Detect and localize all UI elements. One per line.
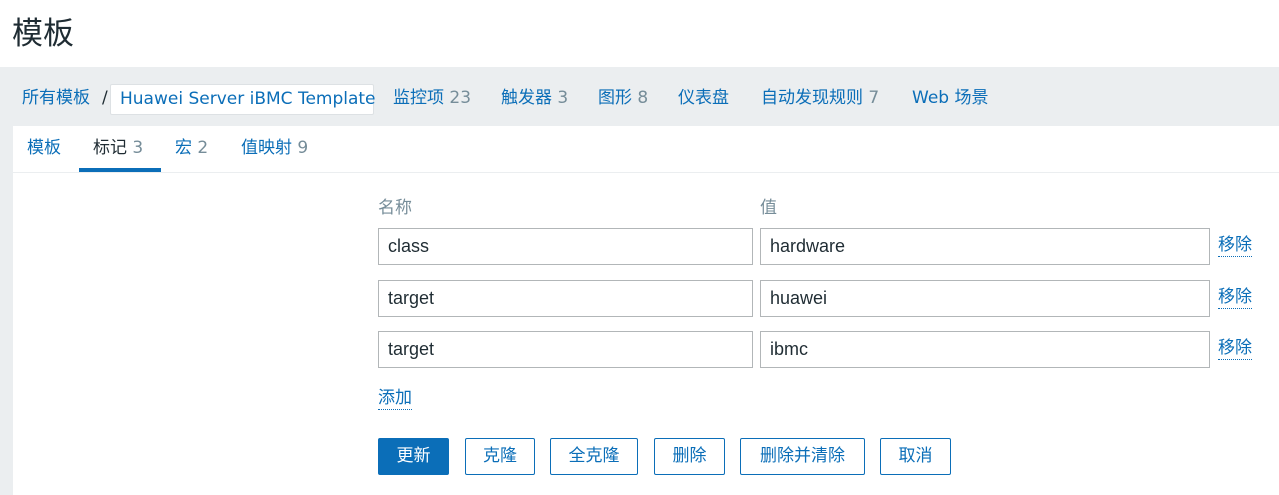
nav-graphs-count: 8 [637,88,649,108]
template-form-panel: 模板 标记 3 宏 2 值映射 9 名称 值 移除 移除 移除 添加 更新 克隆… [13,126,1279,495]
breadcrumb-all-templates[interactable]: 所有模板 [22,87,90,109]
tag-name-column-header: 名称 [378,198,412,218]
nav-discovery-rules-link[interactable]: 自动发现规则 7 [761,87,879,109]
breadcrumb-separator: / [102,88,108,108]
nav-graphs-label: 图形 [598,88,632,108]
nav-items-link[interactable]: 监控项 23 [393,87,471,109]
active-tab-indicator [79,168,161,172]
tab-tags-label: 标记 [93,138,127,158]
nav-triggers-link[interactable]: 触发器 3 [501,87,568,109]
nav-dashboards-label: 仪表盘 [678,88,729,108]
nav-discovery-rules-count: 7 [868,88,880,108]
tag-name-input[interactable] [378,228,753,265]
tag-value-column-header: 值 [760,198,777,218]
update-button[interactable]: 更新 [378,438,449,475]
tab-tags[interactable]: 标记 3 [93,137,143,159]
nav-dashboards-link[interactable]: 仪表盘 [678,87,729,109]
page-header: 模板 [0,0,1279,67]
tag-value-input[interactable] [760,280,1210,317]
tab-macros-label: 宏 [175,138,192,158]
tab-macros-count: 2 [197,138,209,158]
full-clone-button[interactable]: 全克隆 [550,438,638,475]
add-tag-link[interactable]: 添加 [378,387,412,410]
nav-graphs-link[interactable]: 图形 8 [598,87,648,109]
nav-discovery-rules-label: 自动发现规则 [761,88,863,108]
nav-web-scenarios-link[interactable]: Web 场景 [912,87,988,109]
tag-name-input[interactable] [378,331,753,368]
tab-value-mapping-label: 值映射 [241,138,292,158]
remove-tag-link[interactable]: 移除 [1218,337,1252,360]
delete-button[interactable]: 删除 [654,438,725,475]
tag-value-input[interactable] [760,331,1210,368]
template-navigation: 所有模板 / Huawei Server iBMC Template 监控项 2… [0,68,1279,126]
delete-and-clear-button[interactable]: 删除并清除 [740,438,865,475]
tab-template-label: 模板 [27,138,61,158]
breadcrumb-current-template[interactable]: Huawei Server iBMC Template [110,84,376,115]
tab-value-mapping-count: 9 [297,138,309,158]
tag-value-input[interactable] [760,228,1210,265]
nav-triggers-count: 3 [557,88,569,108]
nav-web-scenarios-label: Web 场景 [912,88,989,108]
page-title: 模板 [12,16,74,52]
form-tabs: 模板 标记 3 宏 2 值映射 9 [13,126,1279,173]
tab-tags-count: 3 [132,138,144,158]
nav-items-label: 监控项 [393,88,444,108]
tab-template[interactable]: 模板 [27,137,61,159]
tab-macros[interactable]: 宏 2 [175,137,208,159]
nav-triggers-label: 触发器 [501,88,552,108]
remove-tag-link[interactable]: 移除 [1218,234,1252,257]
remove-tag-link[interactable]: 移除 [1218,286,1252,309]
tab-value-mapping[interactable]: 值映射 9 [241,137,308,159]
clone-button[interactable]: 克隆 [465,438,535,475]
nav-items-count: 23 [449,88,472,108]
tag-name-input[interactable] [378,280,753,317]
current-template-label: Huawei Server iBMC Template [120,89,376,109]
cancel-button[interactable]: 取消 [880,438,951,475]
